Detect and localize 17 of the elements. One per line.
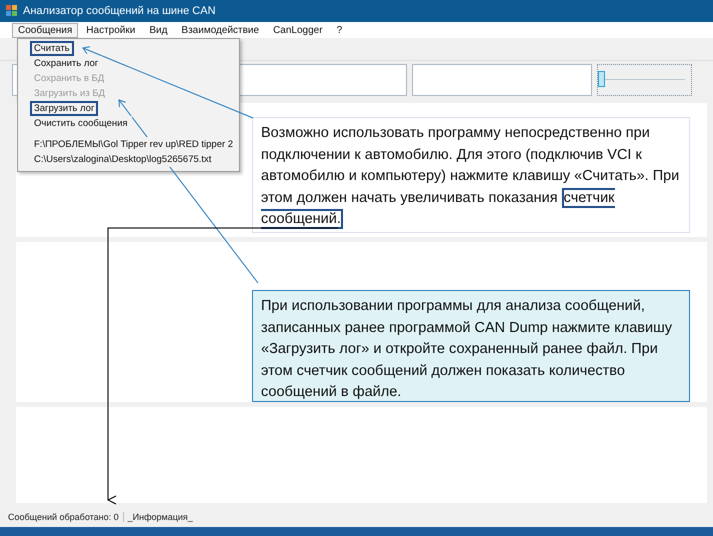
status-counter: Сообщений обработано: 0 — [8, 512, 120, 522]
app-icon — [6, 5, 18, 17]
menu-item[interactable]: CanLogger — [267, 22, 329, 38]
menu-item[interactable]: Настройки — [80, 22, 142, 38]
slider-thumb[interactable] — [598, 71, 605, 87]
menu-item[interactable]: Вид — [143, 22, 174, 38]
menu-option[interactable]: Загрузить лог — [30, 101, 98, 116]
status-info: _Информация_ — [122, 512, 197, 522]
window-title: Анализатор сообщений на шине CAN — [23, 5, 216, 17]
menu-item[interactable]: Сообщения — [12, 22, 78, 38]
menu-item[interactable]: Взаимодействие — [175, 22, 266, 38]
input-field[interactable] — [412, 64, 592, 96]
callout-note: При использовании программы для анализа сообщений, записанных ранее программой CAN Dump нажмите клавишу «Загрузить лог» и откройте сохраненный ранее файл. При этом счетчик сообщений должен показать количество сообщений в файле. — [252, 290, 690, 402]
slider[interactable] — [597, 64, 692, 96]
menu-item[interactable]: ? — [330, 22, 348, 38]
menu-option[interactable]: Считать — [30, 41, 74, 56]
callout-note: Возможно использовать программу непосредственно при подключении к автомобилю. Для этого (подключив VCI к автомобилю и компьютеру) нажмите клавишу «Считать». При этом должен начать увеличивать показания счетчик сообщений. — [252, 117, 690, 233]
